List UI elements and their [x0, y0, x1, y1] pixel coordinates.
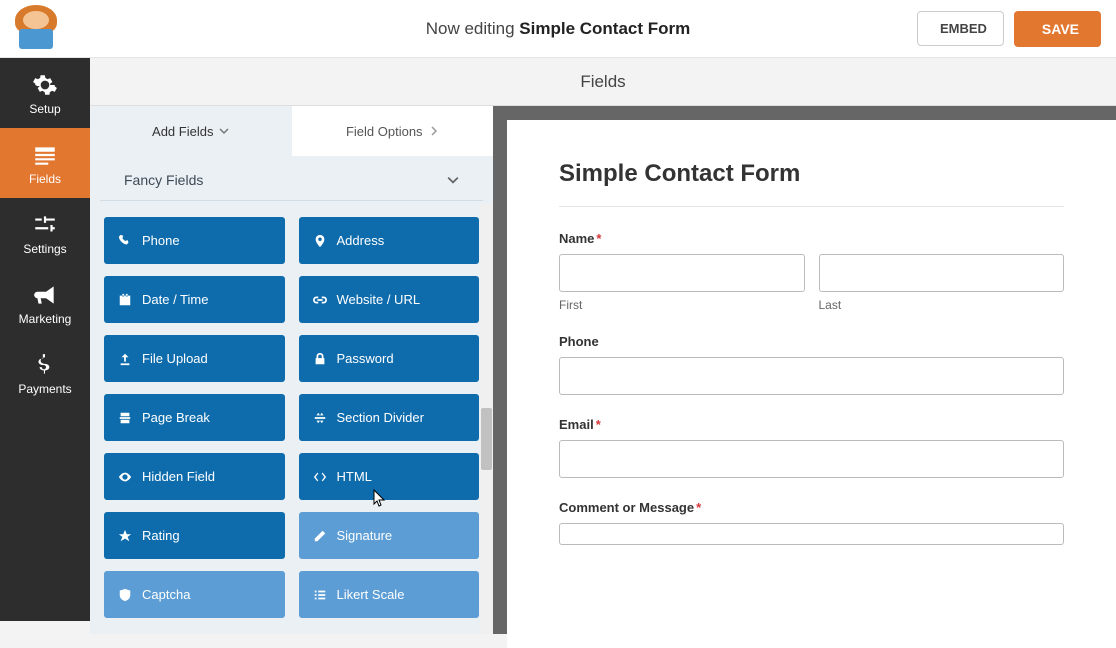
dollar-icon [32, 352, 58, 378]
last-name-input[interactable] [819, 254, 1065, 292]
field-date-time[interactable]: Date / Time [104, 276, 285, 323]
form-title: Simple Contact Form [559, 160, 1064, 207]
cursor-icon [373, 489, 387, 507]
sliders-icon [32, 212, 58, 238]
scroll-thumb[interactable] [481, 408, 492, 470]
field-address[interactable]: Address [299, 217, 480, 264]
pencil-icon [313, 529, 327, 543]
scrollbar[interactable] [480, 204, 493, 634]
phone-label: Phone [559, 334, 1064, 349]
calendar-icon [118, 293, 132, 307]
list-icon [313, 588, 327, 602]
nav-payments[interactable]: Payments [0, 338, 90, 408]
phone-input[interactable] [559, 357, 1064, 395]
field-html[interactable]: HTML [299, 453, 480, 500]
field-hidden[interactable]: Hidden Field [104, 453, 285, 500]
form-preview: Simple Contact Form Name* First Last [493, 106, 1116, 634]
tab-field-options[interactable]: Field Options [292, 106, 494, 156]
pin-icon [313, 234, 327, 248]
star-icon [118, 529, 132, 543]
lock-icon [313, 352, 327, 366]
comment-input[interactable] [559, 523, 1064, 545]
chevron-right-icon [429, 126, 439, 136]
chevron-down-icon [219, 126, 229, 136]
shield-icon [118, 588, 132, 602]
first-name-input[interactable] [559, 254, 805, 292]
page-break-icon [118, 411, 132, 425]
embed-button[interactable]: EMBED [917, 11, 1004, 46]
fields-panel: Add Fields Field Options Fancy Fields Ph… [90, 106, 493, 634]
gear-icon [32, 72, 58, 98]
field-password[interactable]: Password [299, 335, 480, 382]
editing-title: Now editing Simple Contact Form [426, 19, 691, 39]
field-file-upload[interactable]: File Upload [104, 335, 285, 382]
app-logo[interactable] [15, 9, 57, 49]
nav-marketing[interactable]: Marketing [0, 268, 90, 338]
first-sublabel: First [559, 298, 805, 312]
bullhorn-icon [32, 282, 58, 308]
left-sidebar: Setup Fields Settings Marketing Payments [0, 58, 90, 621]
tab-add-fields[interactable]: Add Fields [90, 106, 292, 156]
last-sublabel: Last [819, 298, 1065, 312]
link-icon [313, 293, 327, 307]
section-fancy-fields[interactable]: Fancy Fields [100, 156, 483, 201]
divider-icon [313, 411, 327, 425]
field-captcha[interactable]: Captcha [104, 571, 285, 618]
panel-title: Fields [90, 58, 1116, 105]
field-rating[interactable]: Rating [104, 512, 285, 559]
save-button[interactable]: SAVE [1014, 11, 1101, 47]
code-icon [313, 470, 327, 484]
phone-icon [118, 234, 132, 248]
nav-setup[interactable]: Setup [0, 58, 90, 128]
field-website[interactable]: Website / URL [299, 276, 480, 323]
nav-settings[interactable]: Settings [0, 198, 90, 268]
eye-slash-icon [118, 470, 132, 484]
form-icon [32, 142, 58, 168]
field-phone[interactable]: Phone [104, 217, 285, 264]
field-section-divider[interactable]: Section Divider [299, 394, 480, 441]
comment-label: Comment or Message* [559, 500, 1064, 515]
name-label: Name* [559, 231, 1064, 246]
field-signature[interactable]: Signature [299, 512, 480, 559]
upload-icon [118, 352, 132, 366]
field-page-break[interactable]: Page Break [104, 394, 285, 441]
email-input[interactable] [559, 440, 1064, 478]
email-label: Email* [559, 417, 1064, 432]
chevron-down-icon [447, 174, 459, 186]
nav-fields[interactable]: Fields [0, 128, 90, 198]
field-likert[interactable]: Likert Scale [299, 571, 480, 618]
